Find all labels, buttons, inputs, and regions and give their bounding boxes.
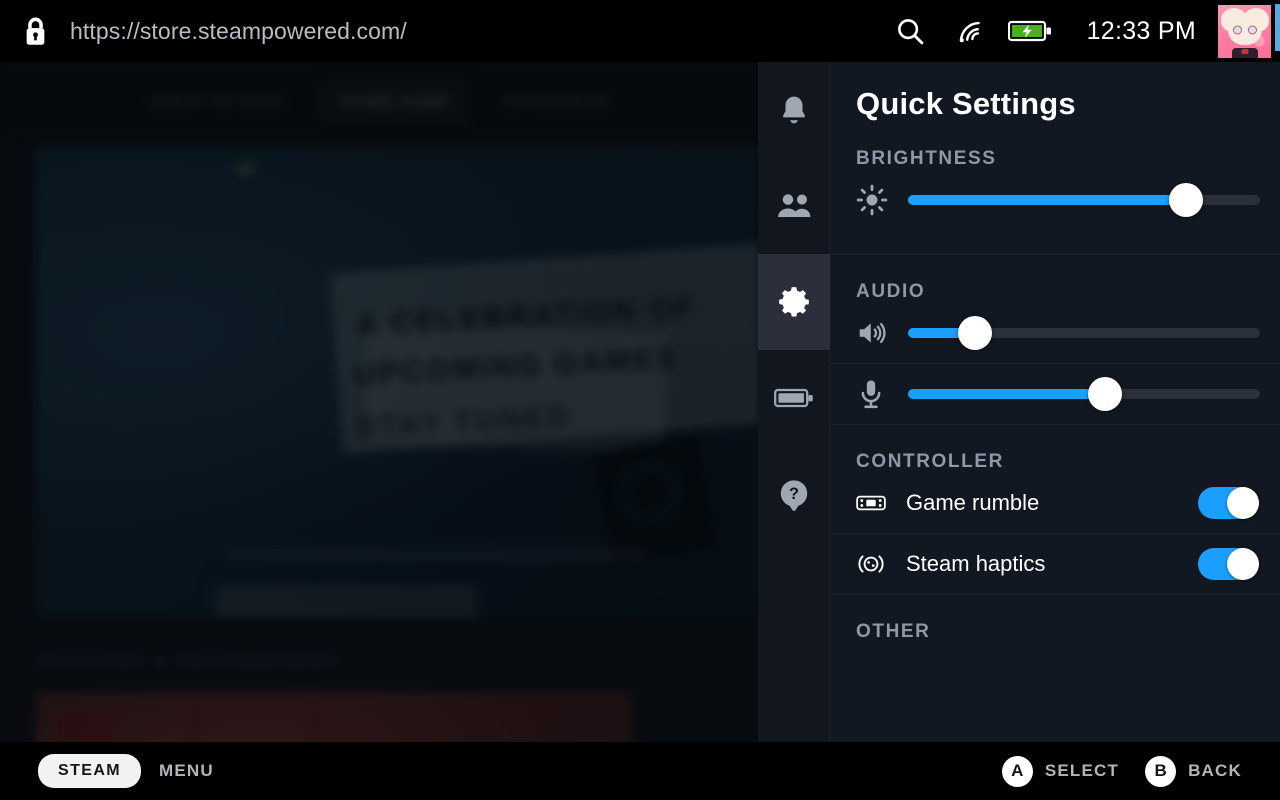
battery-icon [774, 386, 814, 410]
speaker-icon [856, 318, 900, 348]
button-hints: A SELECT B BACK [988, 755, 1242, 787]
quick-access-rail: ? [758, 62, 830, 742]
hint-select[interactable]: A SELECT [1001, 755, 1120, 787]
section-label-controller: CONTROLLER [856, 451, 1004, 472]
background-dim-overlay [0, 62, 760, 742]
haptics-icon [856, 551, 906, 577]
section-label-brightness: BRIGHTNESS [856, 148, 997, 169]
a-button-icon: A [1001, 755, 1033, 787]
b-button-icon: B [1145, 755, 1177, 787]
friends-icon [776, 189, 812, 223]
microphone-slider-track[interactable] [908, 377, 1260, 411]
address-bar-url[interactable]: https://store.steampowered.com/ [70, 18, 407, 45]
status-bar-right: 12:33 PM [879, 0, 1280, 62]
volume-slider-knob[interactable] [957, 316, 992, 350]
brightness-slider-row[interactable] [830, 170, 1280, 230]
brightness-slider-track[interactable] [908, 183, 1260, 217]
sun-icon [856, 184, 900, 216]
steam-deck-screen: GREAT ON DECK STORE HOME CATEGORIES A CE… [0, 0, 1280, 800]
avatar-glasses [1232, 25, 1257, 35]
volume-slider-row[interactable] [830, 303, 1280, 363]
status-bar: https://store.steampowered.com/ 12:33 PM [0, 0, 1280, 62]
section-label-audio: AUDIO [856, 281, 926, 302]
brightness-slider-fill [908, 195, 1187, 205]
clock: 12:33 PM [1086, 16, 1196, 45]
browser-viewport[interactable]: GREAT ON DECK STORE HOME CATEGORIES A CE… [0, 62, 760, 742]
lock-icon [0, 16, 70, 47]
toggle-knob [1227, 487, 1259, 519]
brightness-slider-knob[interactable] [1169, 183, 1204, 217]
microphone-icon [856, 378, 900, 410]
game-rumble-row[interactable]: Game rumble [830, 473, 1280, 533]
footer-bar: STEAM MENU A SELECT B BACK [0, 742, 1280, 800]
steam-deck-icon [856, 493, 906, 513]
microphone-slider-row[interactable] [830, 364, 1280, 424]
volume-slider-track[interactable] [908, 316, 1260, 350]
steam-button[interactable]: STEAM [38, 754, 141, 788]
hint-back-label: BACK [1188, 761, 1242, 780]
microphone-slider-knob[interactable] [1088, 377, 1123, 411]
avatar-image [1218, 4, 1271, 58]
sidebar-item-notifications[interactable] [758, 62, 830, 158]
game-rumble-toggle[interactable] [1198, 487, 1259, 519]
sidebar-item-friends[interactable] [758, 158, 830, 254]
sidebar-item-power[interactable] [758, 350, 830, 446]
page-title: Quick Settings [856, 86, 1076, 121]
menu-label: MENU [159, 761, 214, 780]
search-icon[interactable] [879, 16, 941, 46]
wifi-icon[interactable] [941, 17, 999, 46]
toggle-knob [1227, 548, 1259, 580]
gear-icon [775, 283, 813, 321]
bell-icon [777, 93, 811, 127]
hint-back[interactable]: B BACK [1145, 755, 1242, 787]
steam-haptics-label: Steam haptics [906, 551, 1046, 576]
section-label-other: OTHER [856, 621, 931, 642]
quick-settings-panel: Quick Settings BRIGHTNESS AUDIO CONTROLL… [830, 62, 1280, 742]
steam-haptics-row[interactable]: Steam haptics [830, 534, 1280, 594]
sidebar-item-help[interactable]: ? [758, 446, 830, 542]
steam-haptics-toggle[interactable] [1198, 548, 1259, 580]
hint-select-label: SELECT [1044, 761, 1120, 780]
sidebar-item-quick-settings[interactable] [758, 254, 830, 350]
avatar-body [1231, 47, 1258, 58]
avatar-status-indicator [1275, 4, 1280, 51]
game-rumble-label: Game rumble [906, 490, 1040, 515]
microphone-slider-fill [908, 389, 1106, 399]
help-icon: ? [777, 477, 811, 511]
avatar[interactable] [1218, 0, 1280, 62]
svg-text:?: ? [789, 485, 799, 503]
battery-charging-icon[interactable] [999, 19, 1061, 43]
